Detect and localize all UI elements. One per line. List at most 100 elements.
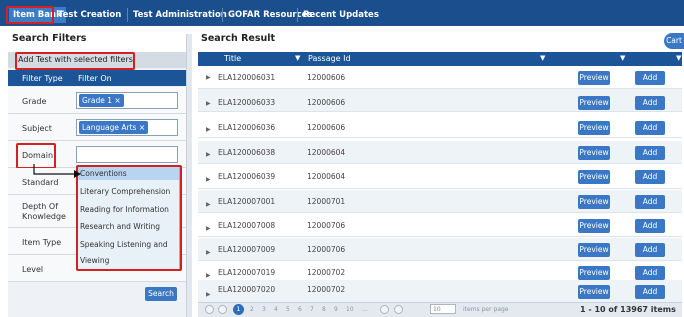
domain-option-literary[interactable]: Literary Comprehension (80, 187, 170, 196)
annotation-arrow (33, 164, 81, 178)
filter-label-item-type: Item Type (22, 238, 62, 247)
expand-icon[interactable]: ▶ (206, 126, 211, 133)
search-result-title: Search Result (201, 33, 276, 44)
add-button[interactable]: Add (635, 170, 665, 184)
row-title: ELA120006036 (218, 123, 276, 132)
nav-test-creation[interactable]: Test Creation (54, 7, 125, 23)
nav-separator (52, 8, 53, 22)
row-title: ELA120006038 (218, 148, 276, 157)
domain-option-speaking[interactable]: Speaking Listening and (80, 240, 168, 249)
add-button[interactable]: Add (635, 285, 665, 299)
row-passage: 12000706 (307, 245, 346, 254)
page-link[interactable]: 8 (322, 306, 326, 313)
row-title: ELA120006033 (218, 98, 276, 107)
expand-icon[interactable]: ▶ (206, 100, 211, 107)
nav-separator (127, 8, 128, 22)
grade-chip[interactable]: Grade 1 × (79, 94, 124, 107)
expand-icon[interactable]: ▶ (206, 201, 211, 208)
last-page-icon[interactable] (394, 305, 403, 314)
preview-button[interactable]: Preview (578, 266, 610, 280)
preview-button[interactable]: Preview (578, 146, 610, 160)
row-title: ELA120007019 (218, 268, 276, 277)
page-link[interactable]: 7 (310, 306, 314, 313)
row-passage: 12000606 (307, 98, 346, 107)
filter-label-depth: Depth Of Knowledge (22, 202, 66, 221)
nav-test-administration[interactable]: Test Administration (129, 7, 231, 23)
nav-recent-updates[interactable]: Recent Updates (299, 7, 383, 23)
page-link[interactable]: 5 (286, 306, 290, 313)
row-passage: 12000702 (307, 285, 346, 294)
preview-button[interactable]: Preview (578, 71, 610, 85)
search-button[interactable]: Search (145, 287, 177, 301)
preview-filter-icon[interactable]: ▼ (620, 54, 625, 62)
expand-icon[interactable]: ▶ (206, 272, 211, 279)
row-passage: 12000604 (307, 148, 346, 157)
domain-option-reading[interactable]: Reading for Information (80, 205, 169, 214)
add-button[interactable]: Add (635, 195, 665, 209)
domain-option-conventions[interactable]: Conventions (80, 169, 127, 178)
row-passage: 12000606 (307, 73, 346, 82)
first-page-icon[interactable] (205, 305, 214, 314)
domain-input[interactable] (76, 146, 178, 163)
add-button[interactable]: Add (635, 96, 665, 110)
add-filter-icon[interactable]: ▼ (676, 54, 681, 62)
items-per-page-label: items per page (463, 306, 509, 313)
domain-option-viewing[interactable]: Viewing (80, 256, 109, 265)
add-button[interactable]: Add (635, 219, 665, 233)
page-link[interactable]: 4 (274, 306, 278, 313)
row-passage: 12000702 (307, 268, 346, 277)
passage-column-header[interactable]: Passage Id (308, 54, 351, 63)
page-link-current[interactable]: 1 (233, 304, 244, 315)
preview-button[interactable]: Preview (578, 96, 610, 110)
title-filter-icon[interactable]: ▼ (295, 54, 300, 62)
filter-label-domain: Domain (22, 151, 54, 160)
page-size-select[interactable]: 10 (430, 304, 456, 314)
page-link[interactable]: 10 (346, 306, 354, 313)
nav-separator (297, 8, 298, 22)
title-column-header[interactable]: Title (224, 54, 241, 63)
add-button[interactable]: Add (635, 243, 665, 257)
prev-page-icon[interactable] (218, 305, 227, 314)
preview-button[interactable]: Preview (578, 243, 610, 257)
preview-button[interactable]: Preview (578, 285, 610, 299)
passage-filter-icon[interactable]: ▼ (540, 54, 545, 62)
page-link-more[interactable]: ... (362, 306, 368, 313)
filter-table-header: Filter Type Filter On (8, 70, 186, 86)
add-test-button[interactable]: Add Test with selected filters (18, 55, 133, 64)
expand-icon[interactable]: ▶ (206, 249, 211, 256)
preview-button[interactable]: Preview (578, 195, 610, 209)
expand-icon[interactable]: ▶ (206, 291, 211, 298)
expand-icon[interactable]: ▶ (206, 74, 211, 81)
add-button[interactable]: Add (635, 71, 665, 85)
domain-dropdown (76, 166, 180, 270)
filter-label-grade: Grade (22, 97, 47, 106)
items-summary: 1 - 10 of 13967 items (580, 305, 676, 314)
page-link[interactable]: 2 (250, 306, 254, 313)
add-button[interactable]: Add (635, 146, 665, 160)
expand-icon[interactable]: ▶ (206, 225, 211, 232)
row-passage: 12000701 (307, 197, 346, 206)
row-passage: 12000706 (307, 221, 346, 230)
cart-button[interactable]: Cart (664, 33, 684, 49)
row-title: ELA120007001 (218, 197, 276, 206)
preview-button[interactable]: Preview (578, 170, 610, 184)
preview-button[interactable]: Preview (578, 121, 610, 135)
row-title: ELA120006031 (218, 73, 276, 82)
subject-chip[interactable]: Language Arts × (79, 121, 149, 134)
expand-icon[interactable]: ▶ (206, 151, 211, 158)
add-button[interactable]: Add (635, 121, 665, 135)
preview-button[interactable]: Preview (578, 219, 610, 233)
page-link[interactable]: 3 (262, 306, 266, 313)
page-link[interactable]: 9 (334, 306, 338, 313)
panel-splitter[interactable] (186, 34, 192, 317)
expand-icon[interactable]: ▶ (206, 176, 211, 183)
row-passage: 12000606 (307, 123, 346, 132)
domain-option-research[interactable]: Research and Writing (80, 222, 160, 231)
result-table-header: Title ▼ Passage Id ▼ ▼ ▼ (198, 52, 682, 66)
row-title: ELA120007009 (218, 245, 276, 254)
search-filters-title: Search Filters (12, 33, 87, 44)
row-title: ELA120007020 (218, 285, 276, 294)
page-link[interactable]: 6 (298, 306, 302, 313)
next-page-icon[interactable] (380, 305, 389, 314)
add-button[interactable]: Add (635, 266, 665, 280)
